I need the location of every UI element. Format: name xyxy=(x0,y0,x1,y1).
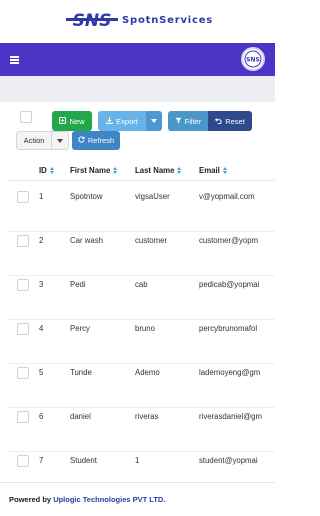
row-checkbox[interactable] xyxy=(17,323,29,335)
column-header-label: ID xyxy=(39,166,47,175)
table-row[interactable]: 6 daniel riveras riverasdaniel@gm xyxy=(8,408,275,452)
table-row[interactable]: 4 Percy bruno percybrunomafol xyxy=(8,320,275,364)
export-button[interactable]: Export xyxy=(98,111,146,131)
footer-prefix: Powered by xyxy=(9,495,54,504)
filter-button-label: Filter xyxy=(184,116,202,126)
cell-first-name: Percy xyxy=(70,324,90,333)
column-header-last-name[interactable]: Last Name xyxy=(135,166,182,175)
brand-logo[interactable]: SNS SpotnServices xyxy=(66,9,213,31)
cell-id: 7 xyxy=(39,456,44,465)
avatar[interactable]: SNS xyxy=(241,47,265,71)
sort-icon xyxy=(49,167,54,174)
column-header-first-name[interactable]: First Name xyxy=(70,166,118,175)
cell-last-name: cab xyxy=(135,280,148,289)
table-row[interactable]: 7 Student 1 student@yopmai xyxy=(8,452,275,482)
cell-email: riverasdaniel@gm xyxy=(199,412,262,421)
cell-email: v@yopmail.com xyxy=(199,192,255,201)
table-row[interactable]: 1 Spotntow vigsaUser v@yopmail.com xyxy=(8,188,275,232)
export-button-label: Export xyxy=(116,116,138,126)
footer-credit: Powered by Uplogic Technologies PVT LTD. xyxy=(9,495,165,504)
cell-id: 5 xyxy=(39,368,44,377)
chevron-down-icon xyxy=(151,119,157,123)
cell-email: percybrunomafol xyxy=(199,324,258,333)
cell-id: 6 xyxy=(39,412,44,421)
column-header-label: Email xyxy=(199,166,220,175)
funnel-icon xyxy=(175,117,182,126)
table-header: ID First Name Last Name Email xyxy=(8,159,275,181)
row-checkbox[interactable] xyxy=(17,411,29,423)
cell-last-name: riveras xyxy=(135,412,159,421)
plus-icon xyxy=(59,116,67,126)
table-row[interactable]: 5 Tunde Ademo lademoyeng@gm xyxy=(8,364,275,408)
cell-first-name: Car wash xyxy=(70,236,103,245)
footer-company-link[interactable]: Uplogic Technologies PVT LTD. xyxy=(53,495,165,504)
sort-icon xyxy=(113,167,118,174)
row-checkbox[interactable] xyxy=(17,279,29,291)
cell-email: student@yopmai xyxy=(199,456,258,465)
avatar-text: SNS xyxy=(246,57,260,64)
table-row[interactable]: 3 Pedi cab pedicab@yopmai xyxy=(8,276,275,320)
row-checkbox[interactable] xyxy=(17,455,29,467)
cell-first-name: Student xyxy=(70,456,97,465)
cell-email: customer@yopm xyxy=(199,236,259,245)
column-header-id[interactable]: ID xyxy=(39,166,54,175)
cell-email: pedicab@yopmai xyxy=(199,280,260,289)
undo-icon xyxy=(215,117,222,126)
action-dropdown-toggle[interactable] xyxy=(52,131,69,150)
new-button[interactable]: New xyxy=(52,111,92,131)
action-button[interactable]: Action xyxy=(16,131,52,150)
users-table-card: New Export Filter Reset Action Refresh I… xyxy=(8,102,275,482)
top-navbar: SNS xyxy=(0,43,275,76)
reset-button[interactable]: Reset xyxy=(208,111,252,131)
sns-logo-mark: SNS xyxy=(66,11,118,31)
column-header-label: Last Name xyxy=(135,166,175,175)
column-header-email[interactable]: Email xyxy=(199,166,227,175)
chevron-down-icon xyxy=(57,138,63,143)
export-dropdown-toggle[interactable] xyxy=(146,111,162,131)
brand-bar: SNS SpotnServices xyxy=(0,0,275,43)
page-spacer xyxy=(0,76,275,102)
cell-last-name: 1 xyxy=(135,456,140,465)
table-row[interactable]: 2 Car wash customer customer@yopm xyxy=(8,232,275,276)
row-checkbox[interactable] xyxy=(17,367,29,379)
cell-first-name: Spotntow xyxy=(70,192,103,201)
download-icon xyxy=(106,117,113,126)
cell-id: 4 xyxy=(39,324,44,333)
select-all-checkbox[interactable] xyxy=(20,111,32,123)
cell-email: lademoyeng@gm xyxy=(199,368,261,377)
cell-first-name: Tunde xyxy=(70,368,92,377)
refresh-icon xyxy=(78,136,85,145)
refresh-button[interactable]: Refresh xyxy=(72,131,120,150)
logo-mark-text: SNS xyxy=(73,11,112,31)
page-footer: Powered by Uplogic Technologies PVT LTD. xyxy=(0,482,275,516)
new-button-label: New xyxy=(69,116,85,126)
cell-last-name: bruno xyxy=(135,324,155,333)
cell-last-name: vigsaUser xyxy=(135,192,170,201)
action-button-label: Action xyxy=(23,136,45,145)
cell-id: 1 xyxy=(39,192,44,201)
reset-button-label: Reset xyxy=(225,116,245,126)
cell-last-name: customer xyxy=(135,236,168,245)
cell-id: 3 xyxy=(39,280,44,289)
cell-id: 2 xyxy=(39,236,44,245)
row-checkbox[interactable] xyxy=(17,235,29,247)
row-checkbox[interactable] xyxy=(17,191,29,203)
column-header-label: First Name xyxy=(70,166,111,175)
filter-button[interactable]: Filter xyxy=(168,111,208,131)
avatar-logo-icon: SNS xyxy=(244,50,262,68)
cell-first-name: daniel xyxy=(70,412,91,421)
sort-icon xyxy=(222,167,227,174)
cell-first-name: Pedi xyxy=(70,280,86,289)
cell-last-name: Ademo xyxy=(135,368,160,377)
refresh-button-label: Refresh xyxy=(87,136,115,145)
sort-icon xyxy=(177,167,182,174)
hamburger-icon[interactable] xyxy=(10,56,19,64)
brand-name: SpotnServices xyxy=(122,14,214,26)
